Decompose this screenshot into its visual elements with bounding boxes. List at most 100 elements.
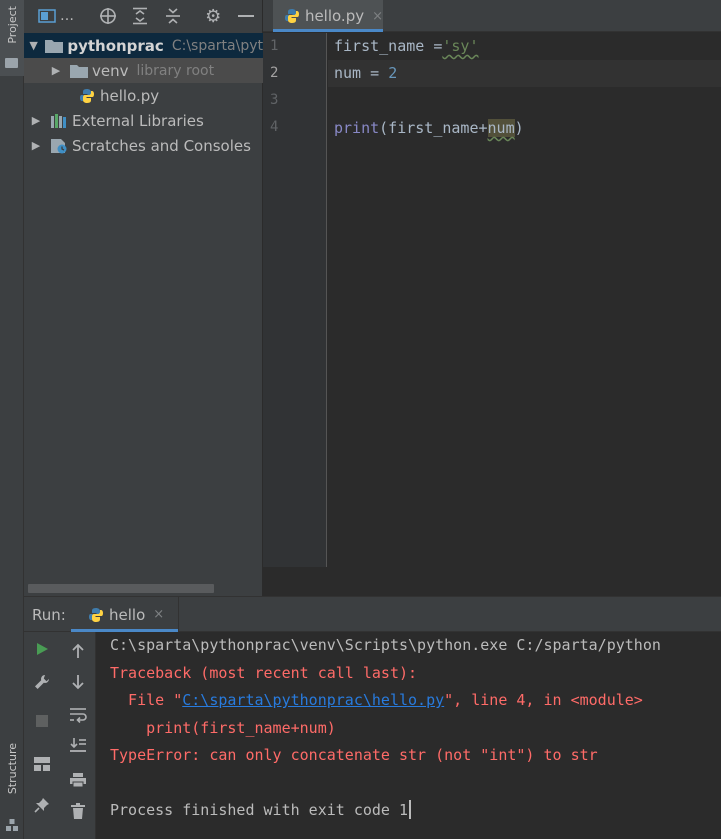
code-editor[interactable]: first_name ='sy' num = 2 print(first_nam… xyxy=(328,33,721,567)
close-icon[interactable]: × xyxy=(153,607,164,622)
expand-all-button[interactable] xyxy=(124,0,157,32)
console-text: ", line 4, in <module> xyxy=(444,691,643,709)
builtin-keyword: print xyxy=(334,119,380,137)
project-panel: … ⚙ ▼ pythonprac C:\sparta\pyt ▶ venv li… xyxy=(24,0,263,597)
code-token: (first_name+ xyxy=(379,119,488,137)
minimize-icon xyxy=(237,15,254,17)
console-file-line: File "C:\sparta\pythonprac\hello.py", li… xyxy=(110,687,643,714)
close-icon[interactable]: × xyxy=(372,9,383,24)
folder-icon xyxy=(5,58,18,68)
line-number: 1 xyxy=(270,38,279,54)
traceback-file-link[interactable]: C:\sparta\pythonprac\hello.py xyxy=(182,691,444,709)
run-tab-hello[interactable]: hello × xyxy=(71,597,179,632)
tab-hello-py[interactable]: hello.py × xyxy=(273,0,383,32)
tree-item-venv[interactable]: ▶ venv library root xyxy=(24,58,263,83)
minimize-button[interactable] xyxy=(229,0,262,32)
highlighted-identifier: num xyxy=(487,119,515,137)
chevron-right-icon[interactable]: ▶ xyxy=(28,114,44,127)
print-icon xyxy=(70,773,86,788)
locate-icon xyxy=(99,8,116,24)
clear-all-button[interactable] xyxy=(60,796,96,826)
tree-item-scratches[interactable]: ▶ Scratches and Consoles xyxy=(24,133,263,158)
run-console[interactable]: C:\sparta\pythonprac\venv\Scripts\python… xyxy=(97,632,721,839)
layout-button[interactable] xyxy=(24,749,60,779)
scroll-to-end-button[interactable] xyxy=(60,730,96,760)
project-tool-tab[interactable]: Project xyxy=(0,0,24,76)
tree-item-label: pythonprac xyxy=(67,36,164,55)
code-line-1: first_name ='sy' xyxy=(334,33,479,60)
scratches-icon xyxy=(50,138,68,154)
folder-icon xyxy=(70,63,88,79)
arrow-down-icon xyxy=(72,675,84,690)
line-number: 3 xyxy=(270,92,279,108)
pin-tab-button[interactable] xyxy=(24,790,60,820)
tree-item-note: library root xyxy=(136,62,215,79)
arrow-up-icon xyxy=(72,643,84,658)
tree-item-hello-py[interactable]: hello.py xyxy=(24,83,263,108)
tree-item-pythonprac[interactable]: ▼ pythonprac C:\sparta\pyt xyxy=(24,33,263,58)
console-traceback-header: Traceback (most recent call last): xyxy=(110,664,418,682)
console-exit-line: Process finished with exit code 1 xyxy=(110,797,412,824)
scroll-up-button[interactable] xyxy=(60,636,96,666)
project-view-icon xyxy=(38,9,56,23)
locate-button[interactable] xyxy=(91,0,124,32)
number-literal: 2 xyxy=(388,64,398,82)
code-token: num = xyxy=(334,64,389,82)
expand-all-icon xyxy=(133,7,148,25)
soft-wrap-button[interactable] xyxy=(60,700,96,730)
text-cursor xyxy=(409,800,412,819)
structure-tool-tab[interactable]: Structure xyxy=(0,735,24,835)
scroll-down-button[interactable] xyxy=(60,667,96,697)
collapse-all-icon xyxy=(165,8,180,24)
trash-icon xyxy=(71,803,85,819)
library-icon xyxy=(50,113,68,129)
soft-wrap-icon xyxy=(70,708,87,723)
layout-icon xyxy=(34,757,50,771)
tab-label: hello.py xyxy=(304,7,365,25)
folder-icon xyxy=(45,38,64,54)
run-toolbar-secondary xyxy=(60,632,96,839)
left-tool-stripe: Project Structure xyxy=(0,0,24,839)
tree-item-path: C:\sparta\pyt xyxy=(171,37,263,54)
gear-icon: ⚙ xyxy=(205,5,222,27)
console-command-line: C:\sparta\pythonprac\venv\Scripts\python… xyxy=(110,636,661,654)
wrench-icon xyxy=(35,675,49,689)
tree-item-label: venv xyxy=(92,61,129,80)
tree-item-external-libraries[interactable]: ▶ External Libraries xyxy=(24,108,263,133)
console-text: File " xyxy=(110,691,183,709)
structure-tool-label: Structure xyxy=(5,743,19,795)
project-tool-label: Project xyxy=(5,6,19,44)
python-file-icon xyxy=(87,607,105,623)
horizontal-scrollbar[interactable] xyxy=(28,584,214,593)
project-view-label: … xyxy=(60,8,74,24)
console-error-line: TypeError: can only concatenate str (not… xyxy=(110,746,598,764)
chevron-down-icon[interactable]: ▼ xyxy=(28,39,39,52)
code-line-2: num = 2 xyxy=(334,60,397,87)
chevron-right-icon[interactable]: ▶ xyxy=(28,139,44,152)
tree-item-label: Scratches and Consoles xyxy=(72,136,251,155)
scroll-to-end-icon xyxy=(70,738,86,752)
collapse-all-button[interactable] xyxy=(156,0,189,32)
console-code-line: print(first_name+num) xyxy=(110,719,336,737)
run-icon xyxy=(37,643,48,655)
tree-item-label: hello.py xyxy=(100,86,160,105)
chevron-right-icon[interactable]: ▶ xyxy=(48,64,64,77)
rerun-button[interactable] xyxy=(24,634,60,664)
run-label: Run: xyxy=(32,606,66,624)
edit-config-button[interactable] xyxy=(24,667,60,697)
stop-icon xyxy=(36,715,48,727)
settings-button[interactable]: ⚙ xyxy=(197,0,230,32)
project-toolbar: … ⚙ xyxy=(24,0,262,32)
print-button[interactable] xyxy=(60,765,96,795)
project-view-selector[interactable]: … xyxy=(38,0,77,32)
console-text: Process finished with exit code 1 xyxy=(110,801,409,819)
run-tab-label: hello xyxy=(109,605,146,624)
code-token: first_name xyxy=(334,37,434,55)
editor-bottom-strip xyxy=(263,567,721,597)
pin-icon xyxy=(34,798,49,813)
line-number: 2 xyxy=(270,65,279,81)
stop-button[interactable] xyxy=(24,706,60,736)
run-toolbar-primary xyxy=(24,632,60,839)
structure-icon xyxy=(6,819,18,831)
editor-gutter: 1 2 3 4 xyxy=(263,33,327,567)
